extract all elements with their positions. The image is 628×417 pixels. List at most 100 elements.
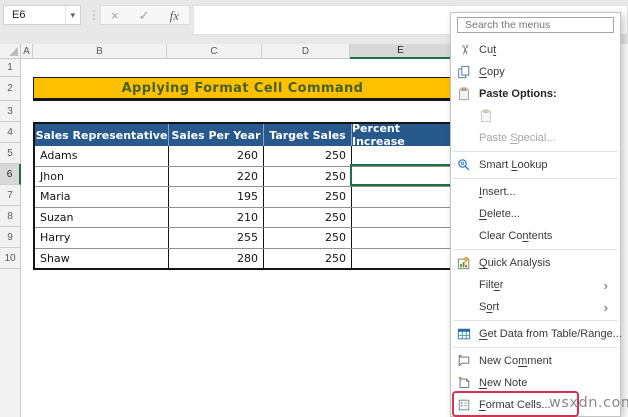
menu-item-quick-analysis[interactable]: Quick Analysis (451, 252, 620, 274)
row-header-1[interactable]: 1 (0, 59, 21, 77)
table-row: Shaw 280 250 (35, 248, 450, 269)
row-header-3[interactable]: 3 (0, 101, 21, 122)
menu-item-new-note[interactable]: New Note (451, 372, 620, 394)
table-cell[interactable]: Suzan (35, 207, 169, 227)
copy-icon (455, 64, 473, 80)
menu-item-cut[interactable]: ✂ Cut (451, 39, 620, 61)
no-icon (455, 277, 473, 293)
table-cell[interactable]: Jhon (35, 166, 169, 186)
menu-item-paste-options[interactable]: Paste Options: (451, 83, 620, 105)
table-cell[interactable] (352, 146, 450, 166)
row-header-7[interactable]: 7 (0, 185, 21, 206)
row-header-4[interactable]: 4 (0, 122, 21, 143)
table-cell[interactable]: 280 (169, 248, 264, 268)
menu-item-smart-lookup[interactable]: Smart Lookup (451, 154, 620, 176)
no-icon (455, 228, 473, 244)
menu-item-delete[interactable]: Delete... (451, 203, 620, 225)
table-row: Maria 195 250 (35, 187, 450, 208)
table-cell[interactable]: 260 (169, 146, 264, 166)
menu-item-label: Quick Analysis (479, 257, 551, 269)
search-input[interactable] (457, 17, 614, 33)
table-cell[interactable]: 250 (264, 207, 352, 227)
name-box-value: E6 (12, 9, 26, 21)
new-comment-icon (455, 353, 473, 369)
table-row: Suzan 210 250 (35, 207, 450, 228)
table-cell[interactable] (352, 187, 450, 207)
column-header-C[interactable]: C (167, 44, 262, 59)
menu-item-label: Cut (479, 44, 497, 56)
table-cell[interactable]: Maria (35, 187, 169, 207)
active-cell-selection (350, 164, 452, 186)
column-header-E[interactable]: E (350, 44, 452, 59)
menu-item-filter[interactable]: Filter › (451, 274, 620, 296)
smart-lookup-icon (455, 157, 473, 173)
menu-item-label: Get Data from Table/Range... (479, 328, 622, 340)
format-cells-icon (455, 397, 473, 413)
menu-item-get-data-from-table-range[interactable]: Get Data from Table/Range... (451, 323, 622, 345)
table-cell[interactable]: 210 (169, 207, 264, 227)
menu-separator (453, 320, 618, 321)
table-header-cell[interactable]: Sales Per Year (169, 124, 264, 146)
menu-item-sort[interactable]: Sort › (451, 296, 620, 318)
paste-icon (455, 86, 473, 102)
menu-item-new-comment[interactable]: New Comment (451, 350, 620, 372)
table-header-row: Sales Representative Sales Per Year Target… (35, 122, 450, 148)
row-header-9[interactable]: 9 (0, 227, 21, 248)
menu-separator (453, 151, 618, 152)
menu-item-label: Format Cells... (479, 399, 551, 411)
table-cell[interactable]: 250 (264, 187, 352, 207)
menu-item-copy[interactable]: Copy (451, 61, 620, 83)
menu-item-label: Smart Lookup (479, 159, 548, 171)
table-row: Harry 255 250 (35, 228, 450, 249)
table-cell[interactable]: 220 (169, 166, 264, 186)
table-cell[interactable]: 250 (264, 248, 352, 268)
menu-separator (453, 347, 618, 348)
new-note-icon (455, 375, 473, 391)
table-cell[interactable]: 250 (264, 166, 352, 186)
table-cell[interactable] (352, 208, 450, 228)
formula-buttons: × ✓ fx (100, 5, 190, 25)
table-header-cell[interactable]: Percent Increase (352, 122, 450, 148)
context-menu: ✂ Cut Copy Paste Options: Paste Special... Sm… (450, 12, 622, 417)
cut-icon: ✂ (457, 44, 472, 56)
menu-item-label: Copy (479, 66, 505, 78)
select-all-corner[interactable] (0, 44, 21, 59)
table-header-cell[interactable]: Target Sales (264, 124, 352, 146)
menu-item-label: Clear Contents (479, 230, 553, 242)
no-icon (455, 299, 473, 315)
row-header-10[interactable]: 10 (0, 248, 21, 269)
table-cell[interactable]: Adams (35, 146, 169, 166)
chevron-down-icon[interactable]: ▾ (65, 6, 80, 24)
menu-item-clear-contents[interactable]: Clear Contents (451, 225, 620, 247)
row-header-6[interactable]: 6 (0, 164, 21, 185)
select-all-triangle-icon (9, 47, 18, 56)
menu-item-label: Insert... (479, 186, 516, 198)
column-header-B[interactable]: B (33, 44, 167, 59)
table-cell[interactable]: Harry (35, 228, 169, 248)
confirm-icon[interactable]: ✓ (139, 9, 150, 22)
row-header-5[interactable]: 5 (0, 143, 21, 164)
table-cell[interactable] (352, 228, 450, 248)
table-cell[interactable]: Shaw (35, 248, 169, 268)
table-header-cell[interactable]: Sales Representative (35, 124, 169, 146)
row-header-8[interactable]: 8 (0, 206, 21, 227)
paste-option-button[interactable] (451, 105, 620, 127)
column-header-A[interactable]: A (21, 44, 33, 59)
sheet-title-banner[interactable]: Applying Format Cell Command (33, 77, 452, 101)
name-box[interactable]: E6 ▾ (3, 5, 81, 25)
function-icon[interactable]: fx (170, 9, 179, 22)
submenu-chevron-icon: › (603, 299, 608, 315)
table-cell[interactable]: 255 (169, 228, 264, 248)
menu-item-label: Delete... (479, 208, 520, 220)
table-cell[interactable]: 250 (264, 228, 352, 248)
cancel-icon[interactable]: × (111, 9, 119, 22)
table-cell[interactable]: 195 (169, 187, 264, 207)
column-header-D[interactable]: D (262, 44, 350, 59)
row-header-2[interactable]: 2 (0, 77, 21, 101)
table-cell[interactable]: 250 (264, 146, 352, 166)
toolbar-separator-dots: ⋮ (88, 8, 100, 22)
data-table: Sales Representative Sales Per Year Target… (33, 122, 452, 270)
no-icon (455, 206, 473, 222)
table-cell[interactable] (352, 249, 450, 269)
menu-item-insert[interactable]: Insert... (451, 181, 620, 203)
